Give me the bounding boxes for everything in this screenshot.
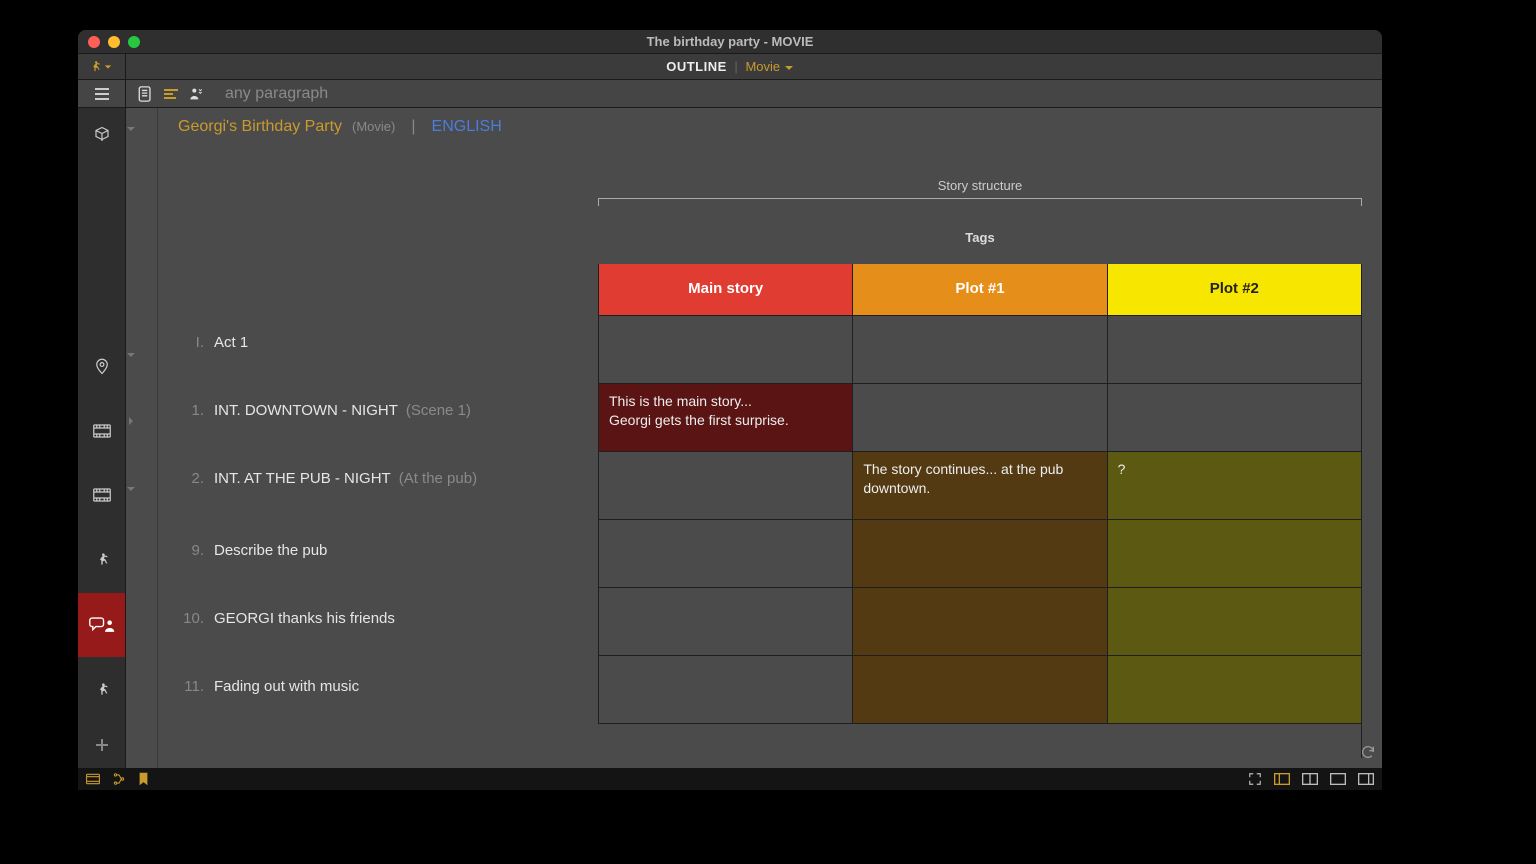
- running-person-icon: [88, 60, 102, 74]
- row-label: Fading out with music: [214, 678, 359, 695]
- mode-outline-label: OUTLINE: [666, 59, 727, 74]
- chevron-down-icon[interactable]: [126, 124, 157, 134]
- rail-scenes-1[interactable]: [78, 398, 125, 463]
- mode-bar: OUTLINE | Movie: [78, 54, 1382, 80]
- filter-input[interactable]: any paragraph: [225, 85, 328, 103]
- panel-layout-1-icon[interactable]: [1274, 773, 1290, 785]
- refresh-icon[interactable]: [1360, 744, 1376, 760]
- rail-project[interactable]: [78, 118, 125, 152]
- rail-locations[interactable]: [78, 333, 125, 398]
- panel-layout-3-icon[interactable]: [1330, 773, 1346, 785]
- filter-bar: any paragraph: [78, 80, 1382, 108]
- app-window: The birthday party - MOVIE OUTLINE | Mov…: [78, 30, 1382, 790]
- rail-dialogue[interactable]: [78, 593, 125, 658]
- story-structure-label: Story structure: [598, 178, 1362, 193]
- row-number: 11.: [178, 678, 214, 695]
- row-hint: (At the pub): [399, 470, 477, 487]
- status-bookmark-icon[interactable]: [138, 772, 149, 786]
- tag-cell[interactable]: [1107, 316, 1361, 384]
- row-label: Act 1: [214, 334, 248, 351]
- mode-movie-label: Movie: [745, 59, 780, 74]
- tag-cell[interactable]: [1107, 384, 1361, 452]
- tag-cell[interactable]: The story continues... at the pub downto…: [852, 452, 1106, 520]
- outline-row-act[interactable]: I. Act 1: [158, 316, 598, 384]
- chevron-down-icon: [784, 63, 794, 73]
- project-type: (Movie): [352, 119, 395, 134]
- tag-cell[interactable]: [852, 384, 1106, 452]
- tag-cell[interactable]: [1107, 656, 1361, 724]
- row-label: GEORGI thanks his friends: [214, 610, 395, 627]
- window-controls: [78, 36, 140, 48]
- window-title: The birthday party - MOVIE: [78, 34, 1382, 49]
- row-number: 1.: [178, 402, 214, 419]
- header-separator: |: [411, 118, 415, 136]
- outline-row-scene[interactable]: 2. INT. AT THE PUB - NIGHT (At the pub): [158, 452, 598, 520]
- chevron-down-icon[interactable]: [126, 350, 157, 360]
- row-hint: (Scene 1): [406, 402, 471, 419]
- tag-cell[interactable]: [598, 588, 852, 656]
- tag-column-header-plot2[interactable]: Plot #2: [1107, 264, 1361, 316]
- rail-actions[interactable]: [78, 528, 125, 593]
- fullscreen-icon[interactable]: [1248, 772, 1262, 786]
- close-window-button[interactable]: [88, 36, 100, 48]
- tag-cell[interactable]: [598, 656, 852, 724]
- panel-layout-4-icon[interactable]: [1358, 773, 1374, 785]
- row-number: 9.: [178, 542, 214, 559]
- tag-cell[interactable]: [852, 588, 1106, 656]
- tag-cell[interactable]: [1107, 520, 1361, 588]
- rail-add[interactable]: [78, 722, 125, 768]
- rail-scenes-2[interactable]: [78, 463, 125, 528]
- mode-divider: |: [734, 59, 737, 74]
- mode-switcher[interactable]: OUTLINE | Movie: [78, 59, 1382, 74]
- chevron-down-icon: [104, 63, 112, 71]
- chevron-right-icon[interactable]: [126, 416, 157, 426]
- outline-row-line[interactable]: 10. GEORGI thanks his friends: [158, 588, 598, 656]
- status-scenes-icon[interactable]: [86, 773, 100, 785]
- main-content: Georgi's Birthday Party (Movie) | ENGLIS…: [158, 108, 1382, 768]
- tag-cell[interactable]: [1107, 588, 1361, 656]
- row-number: I.: [178, 334, 214, 351]
- status-structure-icon[interactable]: [112, 772, 126, 786]
- outline-row-scene[interactable]: 1. INT. DOWNTOWN - NIGHT (Scene 1): [158, 384, 598, 452]
- chevron-down-icon[interactable]: [126, 484, 157, 494]
- outline-rows: I. Act 1 1. INT. DOWNTOWN - NIGHT (Scene…: [158, 264, 598, 758]
- hamburger-menu[interactable]: [78, 80, 126, 107]
- zoom-window-button[interactable]: [128, 36, 140, 48]
- project-name[interactable]: Georgi's Birthday Party: [178, 118, 342, 136]
- tag-cell[interactable]: [598, 520, 852, 588]
- chevron-gutter: [126, 108, 158, 768]
- row-number: 2.: [178, 470, 214, 487]
- run-menu[interactable]: [78, 54, 126, 79]
- cast-icon[interactable]: [189, 86, 205, 102]
- tag-cell[interactable]: This is the main story...Georgi gets the…: [598, 384, 852, 452]
- project-language[interactable]: ENGLISH: [432, 118, 502, 136]
- left-rail: [78, 108, 126, 768]
- panel-layout-2-icon[interactable]: [1302, 773, 1318, 785]
- tags-label: Tags: [598, 230, 1362, 245]
- tag-column-header-main[interactable]: Main story: [598, 264, 852, 316]
- page-icon[interactable]: [138, 86, 153, 102]
- story-structure-line: [598, 198, 1362, 206]
- tag-grid: Main story Plot #1 Plot #2 This is the m…: [598, 264, 1362, 758]
- project-header: Georgi's Birthday Party (Movie) | ENGLIS…: [178, 118, 502, 136]
- rail-actions-2[interactable]: [78, 657, 125, 722]
- tag-cell[interactable]: [852, 520, 1106, 588]
- lines-icon[interactable]: [163, 88, 179, 100]
- status-bar: [78, 768, 1382, 790]
- tag-cell[interactable]: [598, 452, 852, 520]
- tag-cell[interactable]: [852, 656, 1106, 724]
- row-label: Describe the pub: [214, 542, 327, 559]
- minimize-window-button[interactable]: [108, 36, 120, 48]
- tag-cell[interactable]: [852, 316, 1106, 384]
- tag-cell[interactable]: [598, 316, 852, 384]
- titlebar: The birthday party - MOVIE: [78, 30, 1382, 54]
- outline-row-line[interactable]: 11. Fading out with music: [158, 656, 598, 724]
- row-number: 10.: [178, 610, 214, 627]
- tag-cell[interactable]: ?: [1107, 452, 1361, 520]
- outline-row-line[interactable]: 9. Describe the pub: [158, 520, 598, 588]
- workspace: Georgi's Birthday Party (Movie) | ENGLIS…: [78, 108, 1382, 768]
- row-label: INT. DOWNTOWN - NIGHT: [214, 402, 398, 419]
- tag-column-header-plot1[interactable]: Plot #1: [852, 264, 1106, 316]
- row-label: INT. AT THE PUB - NIGHT: [214, 470, 391, 487]
